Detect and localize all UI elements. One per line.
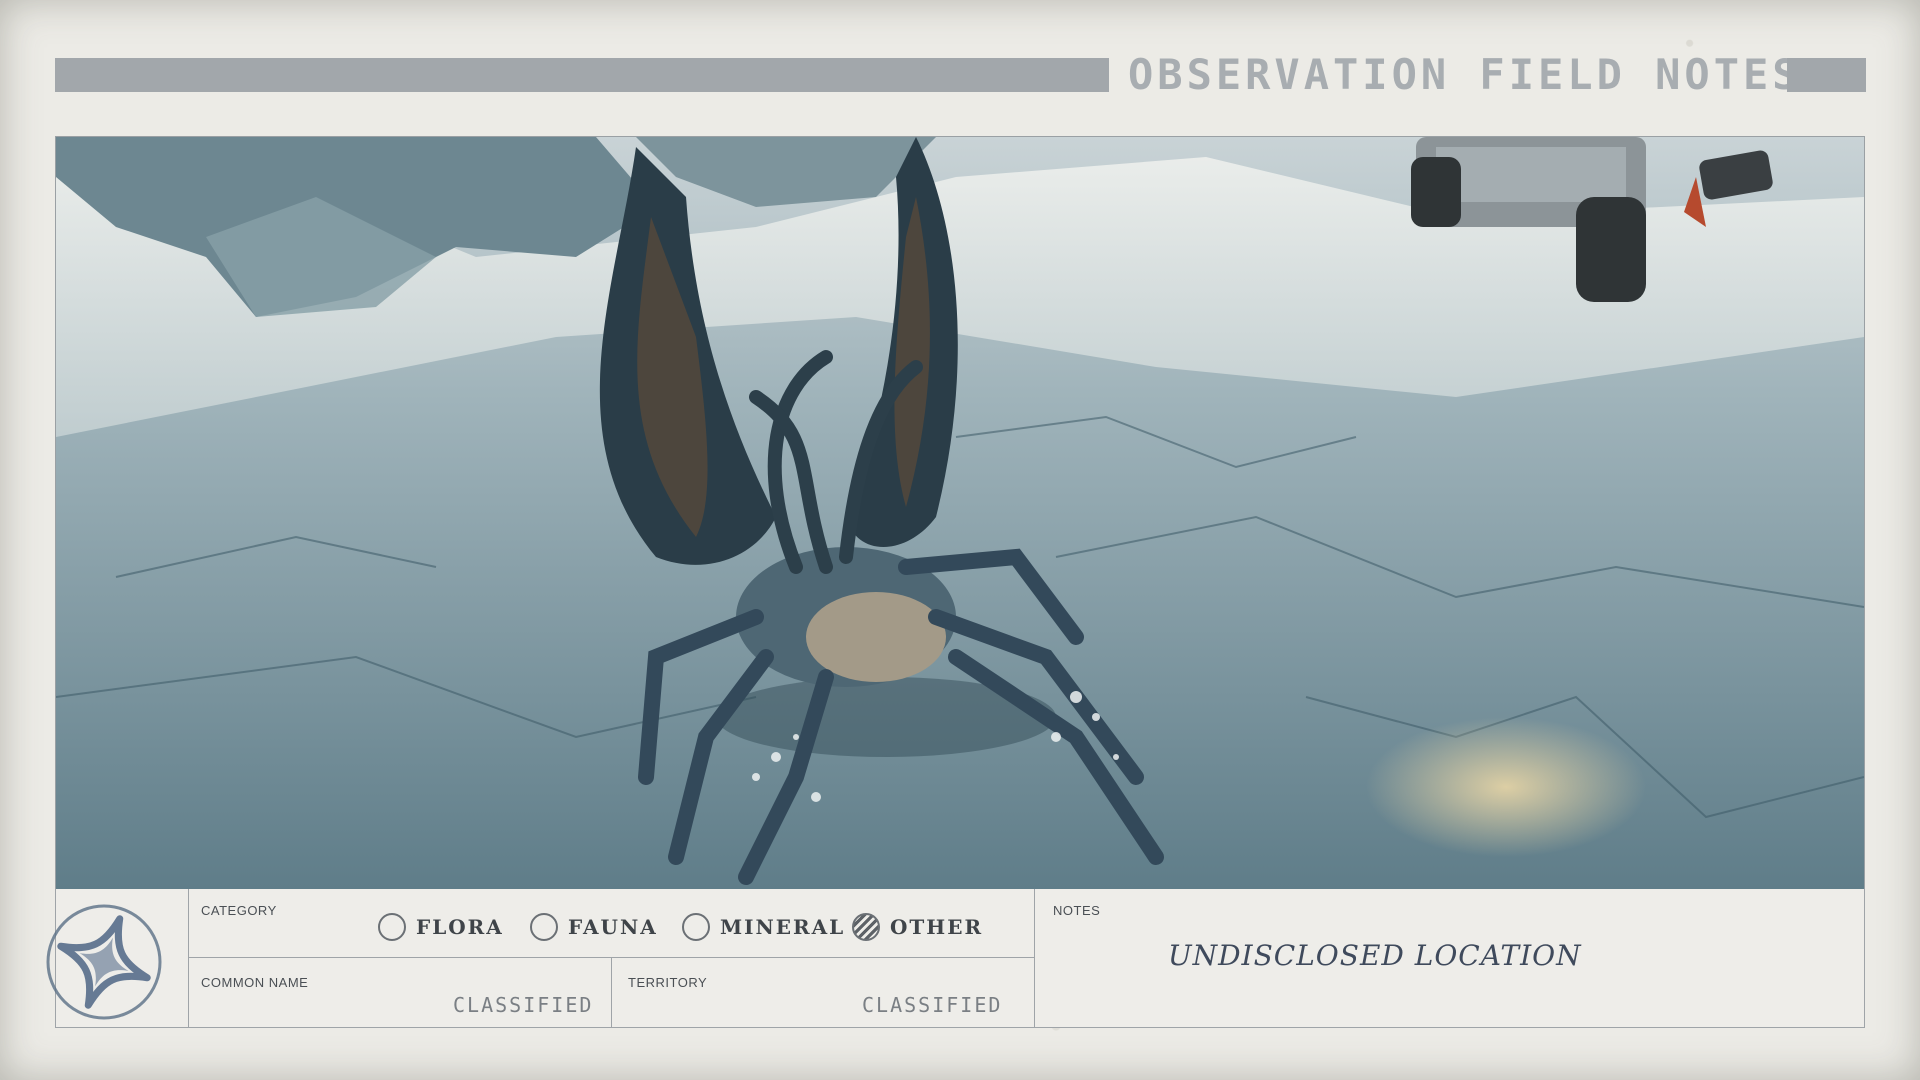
radio-icon[interactable]	[682, 913, 710, 941]
common-name-label: COMMON NAME	[201, 975, 309, 990]
category-option-other[interactable]: OTHER	[852, 911, 983, 943]
field-notes-card: OBSERVATION FIELD NOTES CATEGORY FLORA F…	[0, 0, 1920, 1080]
category-label: CATEGORY	[201, 903, 277, 918]
common-name-value: CLASSIFIED	[453, 993, 594, 1017]
header-bar-left	[55, 58, 1109, 92]
observation-form: CATEGORY FLORA FAUNA MINERAL OTHER COMMO…	[55, 889, 1865, 1028]
photo-scene	[56, 137, 1864, 889]
divider	[611, 957, 612, 1027]
option-label: OTHER	[890, 915, 984, 939]
category-option-mineral[interactable]: MINERAL	[682, 911, 845, 943]
star-emblem-icon	[44, 902, 164, 1022]
notes-value: UNDISCLOSED LOCATION	[1168, 939, 1582, 972]
notes-label: NOTES	[1053, 903, 1101, 918]
territory-value: CLASSIFIED	[862, 993, 1003, 1017]
radio-icon[interactable]	[530, 913, 558, 941]
option-label: MINERAL	[720, 915, 846, 939]
radio-icon[interactable]	[378, 913, 406, 941]
category-option-flora[interactable]: FLORA	[378, 911, 504, 943]
option-label: FLORA	[416, 915, 504, 939]
radio-selected-icon[interactable]	[852, 913, 880, 941]
option-label: FAUNA	[568, 915, 658, 939]
header-bar-right	[1787, 58, 1866, 92]
territory-label: TERRITORY	[628, 975, 708, 990]
observation-photo	[55, 136, 1865, 890]
page-title: OBSERVATION FIELD NOTES	[1128, 50, 1802, 99]
divider	[188, 889, 189, 1027]
divider	[188, 957, 1034, 958]
divider	[1034, 889, 1035, 1027]
category-option-fauna[interactable]: FAUNA	[530, 911, 658, 943]
